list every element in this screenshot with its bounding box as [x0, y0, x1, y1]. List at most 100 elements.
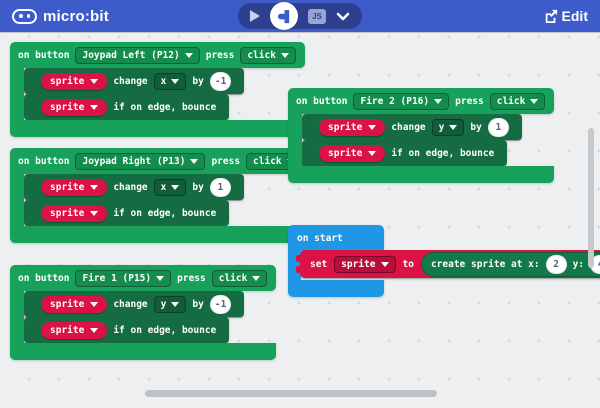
sprite-variable-dropdown[interactable]: sprite: [319, 119, 385, 136]
set-sprite-block[interactable]: set sprite to create sprite at x: 2 y: 4: [300, 250, 600, 278]
on-button-label: on button: [296, 96, 347, 107]
bounce-label: if on edge, bounce: [113, 102, 216, 113]
on-button-label: on button: [18, 50, 69, 61]
microbit-logo[interactable]: micro:bit: [12, 8, 109, 25]
sprite-variable-value: sprite: [50, 299, 84, 310]
event-type-dropdown[interactable]: click: [212, 270, 268, 287]
on-button-header[interactable]: on button Fire 2 (P16) press click: [288, 88, 554, 114]
horizontal-scrollbar[interactable]: [145, 390, 437, 397]
edit-button[interactable]: Edit: [544, 8, 588, 24]
dropdown-caret-icon: [90, 328, 98, 333]
dropdown-caret-icon: [368, 151, 376, 156]
by-label: by: [470, 122, 481, 133]
block-workspace[interactable]: on button Joypad Left (P12) press click …: [0, 32, 600, 408]
sprite-variable-value: sprite: [341, 259, 375, 270]
sprite-variable-value: sprite: [328, 122, 362, 133]
block-footer: [288, 280, 384, 297]
dropdown-caret-icon: [90, 185, 98, 190]
button-pin-dropdown[interactable]: Joypad Right (P13): [75, 153, 205, 170]
event-block-joypad-left[interactable]: on button Joypad Left (P12) press click …: [10, 42, 305, 137]
sprite-bounce-block[interactable]: sprite if on edge, bounce: [24, 200, 229, 226]
dropdown-caret-icon: [449, 125, 457, 130]
sprite-x-input[interactable]: 2: [546, 255, 567, 274]
blocks-view-button[interactable]: [270, 2, 298, 30]
by-label: by: [192, 182, 203, 193]
block-footer: [10, 343, 276, 360]
axis-dropdown[interactable]: y: [154, 296, 187, 313]
by-label: by: [192, 299, 203, 310]
on-button-header[interactable]: on button Joypad Right (P13) press click: [10, 148, 311, 174]
amount-input[interactable]: 1: [488, 118, 509, 137]
event-block-fire-2[interactable]: on button Fire 2 (P16) press click sprit…: [288, 88, 554, 183]
dropdown-caret-icon: [171, 79, 179, 84]
on-button-header[interactable]: on button Joypad Left (P12) press click: [10, 42, 305, 68]
bounce-label: if on edge, bounce: [113, 208, 216, 219]
amount-input[interactable]: -1: [210, 295, 231, 314]
sprite-variable-dropdown[interactable]: sprite: [334, 256, 395, 273]
change-label: change: [391, 122, 425, 133]
on-button-header[interactable]: on button Fire 1 (P15) press click: [10, 265, 276, 291]
javascript-view-button[interactable]: JS: [308, 9, 326, 24]
sprite-variable-dropdown[interactable]: sprite: [41, 179, 107, 196]
axis-value: x: [161, 76, 167, 87]
create-sprite-label: create sprite at x:: [431, 259, 540, 270]
create-sprite-block[interactable]: create sprite at x: 2 y: 4: [421, 252, 600, 277]
event-type-value: click: [219, 273, 248, 284]
amount-input[interactable]: 1: [210, 178, 231, 197]
brand-name: micro:bit: [43, 8, 109, 25]
dropdown-caret-icon: [252, 276, 260, 281]
axis-value: x: [161, 182, 167, 193]
button-pin-dropdown[interactable]: Fire 2 (P16): [353, 93, 449, 110]
dropdown-caret-icon: [90, 211, 98, 216]
dropdown-caret-icon: [530, 99, 538, 104]
sprite-variable-dropdown[interactable]: sprite: [41, 296, 107, 313]
app-header: micro:bit JS Edit: [0, 0, 600, 32]
chevron-down-icon[interactable]: [336, 12, 350, 21]
block-footer: [10, 120, 305, 137]
event-type-dropdown[interactable]: click: [490, 93, 546, 110]
sprite-bounce-block[interactable]: sprite if on edge, bounce: [24, 317, 229, 343]
dropdown-caret-icon: [185, 53, 193, 58]
sprite-variable-value: sprite: [50, 325, 84, 336]
sprite-variable-dropdown[interactable]: sprite: [41, 73, 107, 90]
axis-dropdown[interactable]: x: [154, 179, 187, 196]
axis-value: y: [161, 299, 167, 310]
vertical-scrollbar[interactable]: [588, 128, 594, 268]
dropdown-caret-icon: [381, 262, 389, 267]
sprite-variable-dropdown[interactable]: sprite: [41, 99, 107, 116]
dropdown-caret-icon: [171, 302, 179, 307]
sprite-bounce-block[interactable]: sprite if on edge, bounce: [24, 94, 229, 120]
axis-dropdown[interactable]: x: [154, 73, 187, 90]
on-start-header[interactable]: on start: [288, 225, 384, 251]
sprite-change-block[interactable]: sprite change y by 1: [302, 114, 522, 140]
edit-label: Edit: [562, 8, 588, 24]
event-type-value: click: [247, 50, 276, 61]
dropdown-caret-icon: [156, 276, 164, 281]
event-block-joypad-right[interactable]: on button Joypad Right (P13) press click…: [10, 148, 311, 243]
sprite-change-block[interactable]: sprite change x by 1: [24, 174, 244, 200]
sprite-change-block[interactable]: sprite change x by -1: [24, 68, 244, 94]
block-arm: [10, 291, 24, 343]
amount-input[interactable]: -1: [210, 72, 231, 91]
button-pin-dropdown[interactable]: Joypad Left (P12): [75, 47, 199, 64]
set-label: set: [310, 259, 327, 270]
sprite-change-block[interactable]: sprite change y by -1: [24, 291, 244, 317]
button-pin-value: Joypad Left (P12): [82, 50, 179, 61]
on-start-block[interactable]: on start set sprite to create sprite at …: [288, 225, 384, 297]
button-pin-value: Joypad Right (P13): [82, 156, 185, 167]
on-start-label: on start: [297, 233, 343, 244]
button-pin-dropdown[interactable]: Fire 1 (P15): [75, 270, 171, 287]
sprite-variable-dropdown[interactable]: sprite: [319, 145, 385, 162]
dropdown-caret-icon: [90, 79, 98, 84]
event-type-dropdown[interactable]: click: [240, 47, 296, 64]
axis-dropdown[interactable]: y: [432, 119, 465, 136]
event-block-fire-1[interactable]: on button Fire 1 (P15) press click sprit…: [10, 265, 276, 360]
block-arm: [10, 68, 24, 120]
sprite-bounce-block[interactable]: sprite if on edge, bounce: [302, 140, 507, 166]
play-icon[interactable]: [250, 10, 260, 22]
sprite-variable-dropdown[interactable]: sprite: [41, 322, 107, 339]
to-label: to: [403, 259, 414, 270]
sprite-variable-dropdown[interactable]: sprite: [41, 205, 107, 222]
button-pin-value: Fire 1 (P15): [82, 273, 151, 284]
bounce-label: if on edge, bounce: [113, 325, 216, 336]
